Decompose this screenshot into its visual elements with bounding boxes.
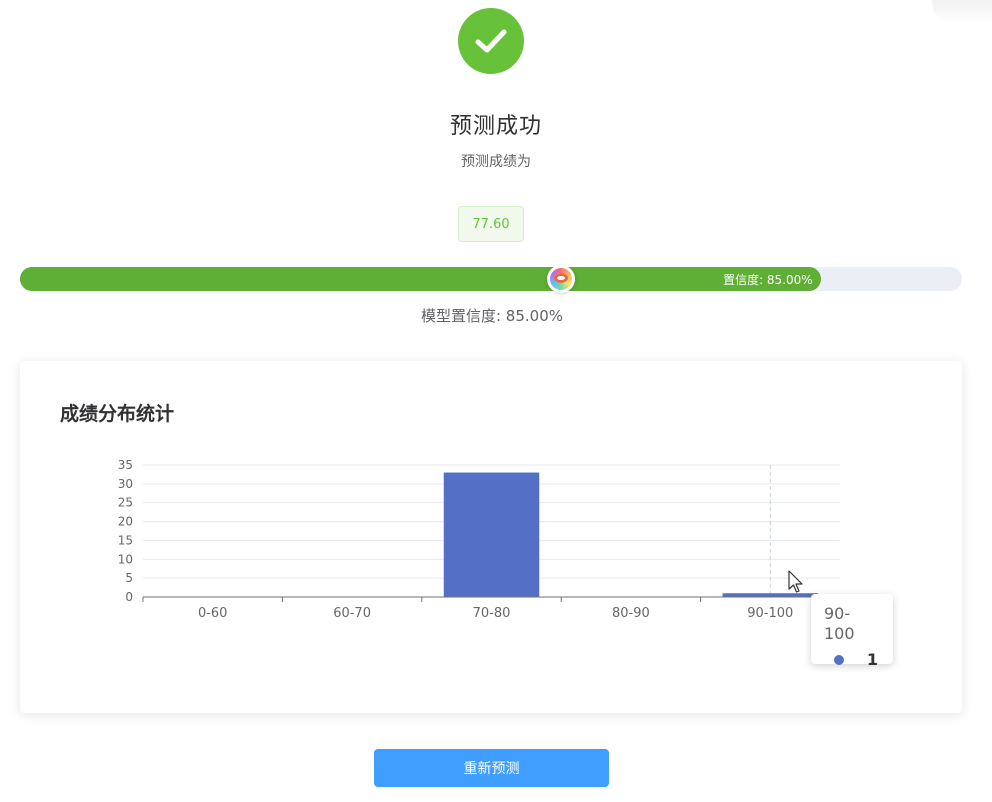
series-marker-icon — [834, 654, 844, 665]
confidence-progress-fill: 置信度: 85.00% — [20, 267, 821, 291]
y-tick-label: 30 — [118, 477, 133, 491]
chart-axes — [142, 596, 841, 602]
window-corner-shadow — [932, 0, 992, 24]
chart-tooltip: 90-100 1 — [811, 594, 893, 669]
y-tick-label: 10 — [118, 552, 133, 566]
y-tick-label: 15 — [118, 533, 133, 547]
score-tag: 77.60 — [458, 206, 524, 242]
retry-prediction-button[interactable]: 重新预测 — [374, 749, 609, 787]
confidence-progress-bar: 置信度: 85.00% — [20, 265, 962, 293]
y-tick-label: 5 — [125, 571, 133, 585]
check-icon — [458, 8, 524, 74]
x-tick-label: 90-100 — [747, 606, 793, 621]
result-subtitle: 预测成绩为 — [461, 154, 531, 170]
x-tick-label: 0-60 — [198, 606, 228, 621]
tooltip-row: 1 — [824, 650, 880, 669]
x-tick-label: 70-80 — [473, 606, 511, 621]
y-tick-label: 35 — [118, 458, 133, 472]
progress-decoration-icon — [547, 265, 575, 293]
prediction-result-page: 预测成功 预测成绩为 77.60 置信度: 85.00% 模型置信度: 85.0… — [0, 0, 992, 802]
x-tick-label: 80-90 — [612, 606, 650, 621]
result-title: 预测成功 — [449, 114, 542, 139]
x-tick-label: 60-70 — [333, 606, 371, 621]
y-tick-label: 25 — [118, 496, 133, 510]
y-tick-label: 20 — [118, 515, 133, 529]
mouse-pointer-icon — [788, 570, 803, 593]
bar-70-80 — [443, 472, 540, 597]
check-icon-glyph — [475, 29, 507, 53]
confidence-progress-text: 置信度: 85.00% — [723, 273, 813, 287]
y-tick-label: 0 — [125, 590, 133, 604]
score-distribution-card: 成绩分布统计 0 5 10 15 20 25 30 35 0-60 60-70 70-80 80-90… — [20, 361, 962, 713]
tooltip-category: 90-100 — [824, 604, 855, 643]
tooltip-value: 1 — [866, 650, 878, 669]
model-confidence-label: 模型置信度: 85.00% — [420, 307, 564, 325]
